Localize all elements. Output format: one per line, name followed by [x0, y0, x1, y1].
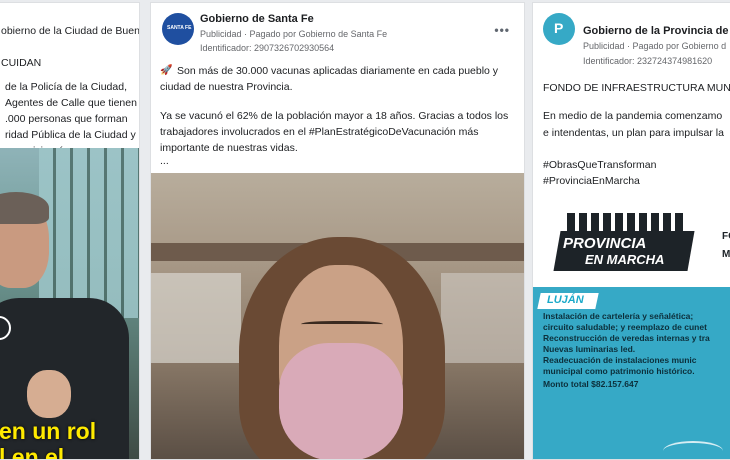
page-name-link[interactable]: Gobierno de la Provincia de B [583, 25, 730, 37]
side-label: M [722, 249, 730, 260]
total-amount: Monto total $82.157.647 [543, 379, 639, 389]
hashtag-link[interactable]: #ProvinciaEnMarcha [543, 173, 640, 189]
window-left [151, 273, 241, 363]
person-hand [27, 370, 71, 418]
sponsored-label: Publicidad · Pagado por Gobierno de Sant… [200, 29, 388, 39]
skyline-icon [567, 213, 687, 231]
post-header: SANTA FE Gobierno de Santa Fe Publicidad… [151, 3, 524, 61]
person-eyes [301, 321, 383, 329]
page-name-link[interactable]: Gobierno de Santa Fe [200, 13, 314, 25]
post-header: P Gobierno de la Provincia de B Publicid… [533, 3, 730, 66]
more-options-icon[interactable]: ••• [494, 23, 510, 37]
page-name-link[interactable]: obierno de la Ciudad de Buenos [1, 25, 139, 37]
avatar[interactable]: SANTA FE [162, 13, 194, 45]
side-label: FO [722, 231, 730, 242]
santa-fe-logo-icon: SANTA FE [167, 25, 192, 31]
video-caption: en un rol l en el [0, 418, 97, 460]
ad-card-ciudad: obierno de la Ciudad de Buenos CUIDAN de… [0, 2, 140, 460]
works-list: Instalación de cartelería y señalética; … [543, 311, 730, 390]
window-right [441, 273, 524, 363]
sun-rays-icon [663, 441, 723, 459]
ad-card-santa-fe: SANTA FE Gobierno de Santa Fe Publicidad… [150, 2, 525, 460]
post-header: obierno de la Ciudad de Buenos [0, 3, 139, 61]
banner-subtitle: EN MARCHA [585, 252, 665, 267]
face-mask-icon [279, 343, 403, 459]
hashtag-link[interactable]: #ObrasQueTransforman [543, 157, 656, 173]
ad-photo[interactable] [151, 173, 524, 459]
window-frame [39, 148, 139, 318]
banner-title: PROVINCIA [563, 235, 647, 252]
post-heading: CUIDAN [1, 57, 42, 69]
rocket-icon: 🚀 [160, 65, 173, 76]
sponsored-label: Publicidad · Pagado por Gobierno d [583, 41, 727, 51]
provincia-logo-icon: P [554, 20, 564, 36]
see-more-link[interactable]: ... [160, 153, 169, 169]
video-thumbnail[interactable]: en un rol l en el [0, 148, 139, 460]
ad-card-provincia: P Gobierno de la Provincia de B Publicid… [532, 2, 730, 460]
city-label: LUJÁN [547, 294, 584, 306]
ad-graphic[interactable]: PROVINCIA EN MARCHA FO M LUJÁN Instalaci… [533, 191, 730, 459]
ad-identifier: Identificador: 2907326702930564 [200, 43, 335, 53]
avatar[interactable]: P [543, 13, 575, 45]
ad-identifier: Identificador: 232724374981620 [583, 56, 713, 66]
